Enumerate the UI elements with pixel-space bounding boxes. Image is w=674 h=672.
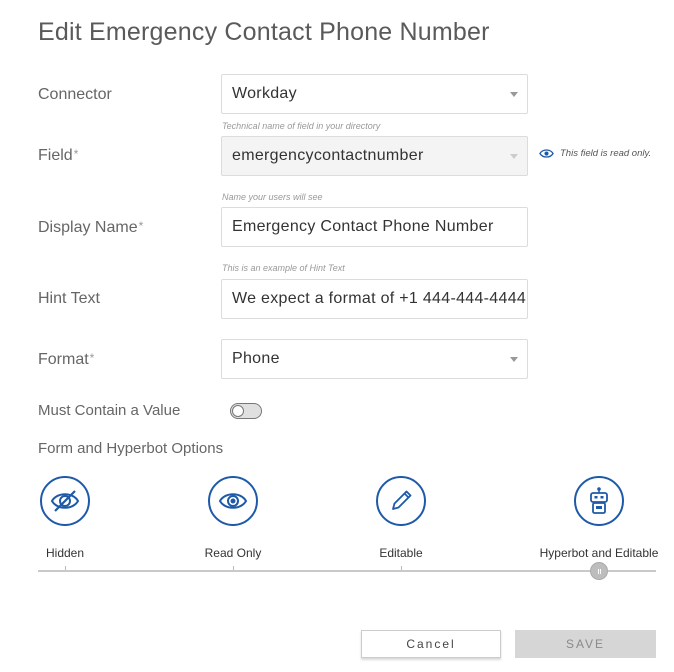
format-value: Phone [232, 350, 280, 367]
option-label: Hyperbot and Editable [539, 546, 659, 560]
chevron-down-icon [510, 154, 518, 159]
option-hyperbot-editable[interactable]: Hyperbot and Editable [539, 476, 659, 560]
must-contain-label: Must Contain a Value [38, 402, 181, 419]
slider-tick [233, 566, 234, 570]
page-title: Edit Emergency Contact Phone Number [38, 18, 490, 46]
option-hidden[interactable]: Hidden [5, 476, 125, 560]
eye-icon [218, 493, 248, 509]
options-slider-track[interactable] [38, 570, 656, 572]
option-hidden-circle [40, 476, 90, 526]
options-heading: Form and Hyperbot Options [38, 440, 224, 457]
connector-value: Workday [232, 85, 297, 102]
options-slider-thumb[interactable] [590, 562, 608, 580]
option-editable[interactable]: Editable [341, 476, 461, 560]
option-label: Editable [379, 546, 423, 560]
connector-label: Connector [38, 86, 112, 103]
eye-icon [539, 149, 554, 158]
field-help: Technical name of field in your director… [222, 121, 381, 131]
option-label: Hidden [45, 546, 85, 560]
eye-slash-icon [50, 490, 80, 512]
display-name-input[interactable]: Emergency Contact Phone Number [221, 207, 528, 247]
toggle-knob [232, 405, 244, 417]
chevron-down-icon [510, 357, 518, 362]
save-button[interactable]: SAVE [515, 630, 656, 658]
option-editable-circle [376, 476, 426, 526]
format-select[interactable]: Phone [221, 339, 528, 379]
hint-text-help: This is an example of Hint Text [222, 263, 345, 273]
format-label: Format* [38, 351, 95, 368]
must-contain-toggle[interactable] [230, 403, 262, 419]
hint-text-input[interactable]: We expect a format of +1 444-444-4444 [221, 279, 528, 319]
connector-select[interactable]: Workday [221, 74, 528, 114]
pencil-icon [392, 490, 412, 510]
option-hyperbot-circle [574, 476, 624, 526]
option-label: Read Only [204, 546, 262, 560]
field-label: Field* [38, 147, 79, 164]
robot-icon [590, 487, 608, 514]
display-name-label: Display Name* [38, 219, 144, 236]
slider-tick [401, 566, 402, 570]
field-value: emergencycontactnumber [232, 147, 424, 164]
cancel-button[interactable]: Cancel [361, 630, 501, 658]
option-read-only[interactable]: Read Only [173, 476, 293, 560]
field-select: emergencycontactnumber [221, 136, 528, 176]
slider-tick [65, 566, 66, 570]
read-only-note: This field is read only. [539, 148, 651, 159]
display-name-help: Name your users will see [222, 192, 323, 202]
chevron-down-icon [510, 92, 518, 97]
hint-text-label: Hint Text [38, 290, 100, 307]
option-read-only-circle [208, 476, 258, 526]
